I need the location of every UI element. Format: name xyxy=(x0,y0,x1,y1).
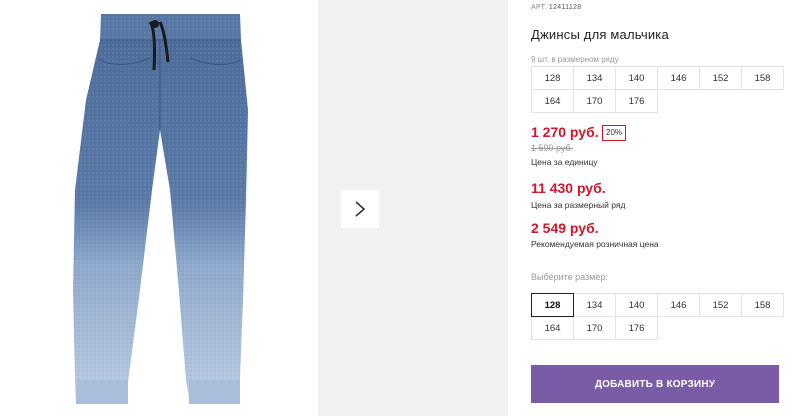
old-price: 1 590 руб. xyxy=(531,143,574,153)
chevron-right-icon xyxy=(355,201,366,217)
size-range-cell: 128 xyxy=(531,66,574,90)
size-range-cell: 170 xyxy=(573,89,616,113)
sku-label: АРТ. xyxy=(531,4,547,11)
sku-value: 12411128 xyxy=(548,4,582,11)
set-price: 11 430 руб. xyxy=(531,180,606,196)
add-to-cart-button[interactable]: ДОБАВИТЬ В КОРЗИНУ xyxy=(531,365,779,403)
jeans-image xyxy=(73,14,248,404)
size-range-cell: 152 xyxy=(699,66,742,90)
size-range-grid: 128 134 140 146 152 158 164 170 176 xyxy=(531,66,784,113)
size-option-158[interactable]: 158 xyxy=(741,293,784,317)
size-option-170[interactable]: 170 xyxy=(573,316,616,340)
size-picker: 128 134 140 146 152 158 164 170 176 xyxy=(531,293,784,340)
unit-price: 1 270 руб. xyxy=(531,124,599,140)
size-option-140[interactable]: 140 xyxy=(615,293,658,317)
size-option-128[interactable]: 128 xyxy=(531,293,574,317)
size-picker-label: Выберите размер: xyxy=(531,272,608,282)
product-title: Джинсы для мальчика xyxy=(531,27,669,42)
rrp-price-caption: Рекомендуемая розничная цена xyxy=(531,239,659,249)
size-option-134[interactable]: 134 xyxy=(573,293,616,317)
size-range-cell: 146 xyxy=(657,66,700,90)
size-range-cell: 164 xyxy=(531,89,574,113)
size-option-176[interactable]: 176 xyxy=(615,316,658,340)
product-gallery xyxy=(0,0,508,416)
product-photo[interactable] xyxy=(0,0,318,416)
size-range-cell: 176 xyxy=(615,89,658,113)
discount-badge: 20% xyxy=(602,125,627,141)
set-price-caption: Цена за размерный ряд xyxy=(531,200,626,210)
unit-price-caption: Цена за единицу xyxy=(531,157,598,167)
next-image-button[interactable] xyxy=(341,190,379,228)
size-count-note: 9 шт. в размерном ряду xyxy=(531,55,619,64)
sku-line: АРТ. 12411128 xyxy=(531,4,581,11)
rrp-price: 2 549 руб. xyxy=(531,220,599,236)
size-range-cell: 134 xyxy=(573,66,616,90)
product-info: АРТ. 12411128 Джинсы для мальчика 9 шт. … xyxy=(531,0,791,416)
size-option-146[interactable]: 146 xyxy=(657,293,700,317)
size-range-cell: 158 xyxy=(741,66,784,90)
size-option-164[interactable]: 164 xyxy=(531,316,574,340)
size-range-cell: 140 xyxy=(615,66,658,90)
size-option-152[interactable]: 152 xyxy=(699,293,742,317)
